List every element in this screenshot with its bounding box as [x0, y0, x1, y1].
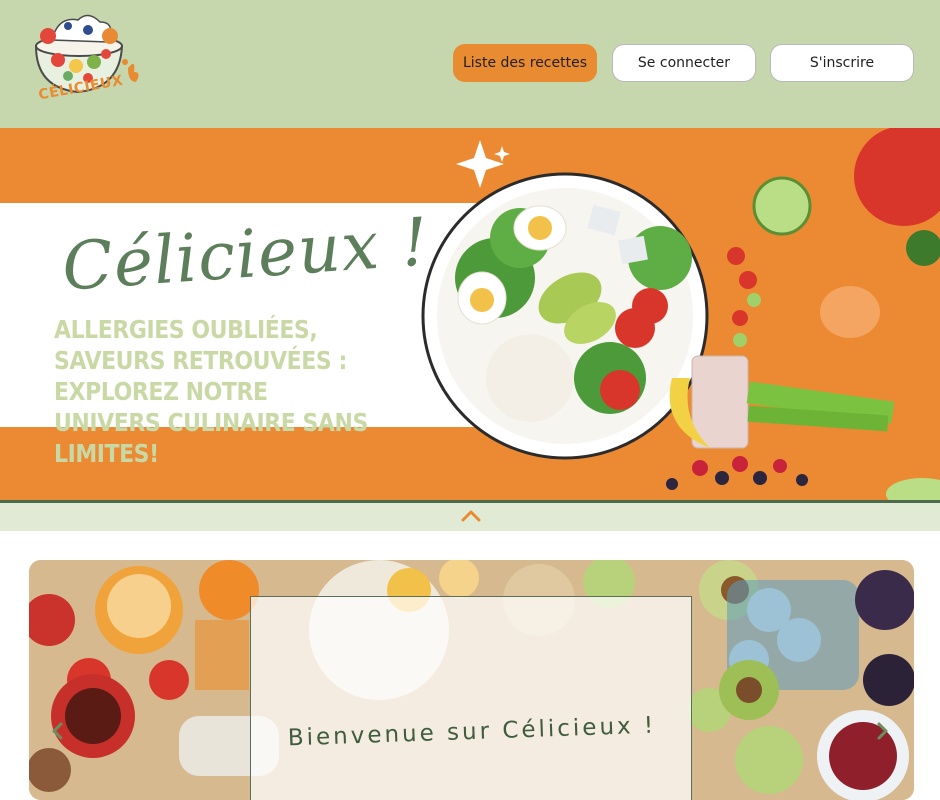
- chevron-up-icon[interactable]: [461, 508, 481, 522]
- hero-banner: Célicieux ! Allergies oubliées, saveurs …: [0, 128, 940, 500]
- signup-button[interactable]: S'inscrire: [770, 44, 914, 82]
- welcome-carousel: Bienvenue sur Célicieux !: [29, 560, 914, 800]
- chevron-right-icon[interactable]: [871, 720, 893, 742]
- recipes-list-button[interactable]: Liste des recettes: [453, 44, 597, 82]
- welcome-heading: Bienvenue sur Célicieux !: [287, 712, 657, 752]
- salad-bowl-illustration: [421, 128, 940, 500]
- site-header: CÉLICIEUX Liste des recettes Se connecte…: [0, 0, 940, 128]
- login-button[interactable]: Se connecter: [612, 44, 756, 82]
- chevron-left-icon[interactable]: [47, 720, 69, 742]
- welcome-card: Bienvenue sur Célicieux !: [250, 596, 692, 800]
- hero-tagline: Allergies oubliées, saveurs retrouvées :…: [54, 315, 368, 468]
